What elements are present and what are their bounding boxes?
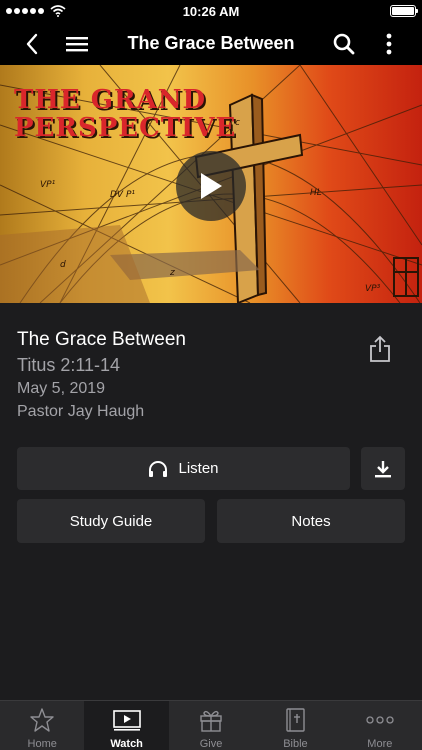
svg-text:VP³: VP³ [365, 284, 381, 294]
vertical-ellipsis-icon [386, 33, 392, 54]
star-icon [30, 708, 54, 732]
signal-strength-icon [6, 5, 66, 17]
sermon-date: May 5, 2019 [17, 380, 106, 397]
hamburger-menu-icon [66, 36, 88, 51]
sermon-speaker: Pastor Jay Haugh [17, 403, 145, 420]
tab-label-give: Give [199, 738, 223, 750]
bible-icon [286, 708, 306, 732]
svg-text:VP¹: VP¹ [40, 180, 56, 190]
play-button[interactable] [176, 151, 246, 221]
search-icon [333, 33, 355, 54]
ellipsis-icon [366, 716, 394, 724]
nav-bar: The Grace Between [0, 22, 422, 65]
tab-give[interactable]: Give [169, 701, 253, 750]
tab-label-bible: Bible [283, 738, 308, 750]
headphones-icon [149, 460, 168, 477]
listen-button[interactable]: Listen [17, 447, 350, 490]
play-icon [201, 173, 222, 199]
wifi-icon [50, 5, 66, 17]
study-guide-button[interactable]: Study Guide [17, 499, 205, 543]
battery-icon [390, 5, 418, 17]
svg-text:z: z [169, 268, 175, 278]
listen-label: Listen [178, 460, 219, 477]
svg-text:HL: HL [310, 188, 322, 198]
status-bar: 10:26 AM [0, 0, 422, 22]
more-options-button[interactable] [369, 22, 409, 65]
tab-label-more: More [367, 738, 393, 750]
gift-icon [200, 710, 222, 732]
tab-more[interactable]: More [338, 701, 422, 750]
share-button[interactable] [362, 329, 398, 369]
tab-home[interactable]: Home [0, 701, 84, 750]
artwork-title-line-1: THE GRAND [14, 85, 207, 115]
sermon-scripture: Titus 2:11-14 [17, 355, 121, 375]
svg-text:DV P¹: DV P¹ [110, 190, 135, 200]
chevron-left-icon [26, 33, 38, 54]
download-icon [375, 460, 391, 477]
notes-button[interactable]: Notes [217, 499, 405, 543]
tab-bible[interactable]: Bible [253, 701, 337, 750]
svg-text:d: d [60, 260, 66, 270]
artwork-title-line-2: PERSPECTIVE [14, 113, 237, 143]
sermon-title: The Grace Between [17, 329, 186, 350]
tab-label-home: Home [27, 738, 57, 750]
download-button[interactable] [361, 447, 405, 490]
back-button[interactable] [12, 22, 52, 65]
sermon-artwork: VP¹ DV P¹ HL VP³ z d c THE GRAND PERSPEC… [0, 65, 422, 303]
share-icon [370, 335, 390, 362]
tab-bar: Home Watch Give Bible More [0, 700, 422, 750]
tab-label-watch: Watch [110, 738, 143, 750]
search-button[interactable] [324, 22, 364, 65]
menu-button[interactable] [57, 22, 97, 65]
tab-watch[interactable]: Watch [84, 701, 169, 750]
video-play-icon [112, 710, 141, 731]
